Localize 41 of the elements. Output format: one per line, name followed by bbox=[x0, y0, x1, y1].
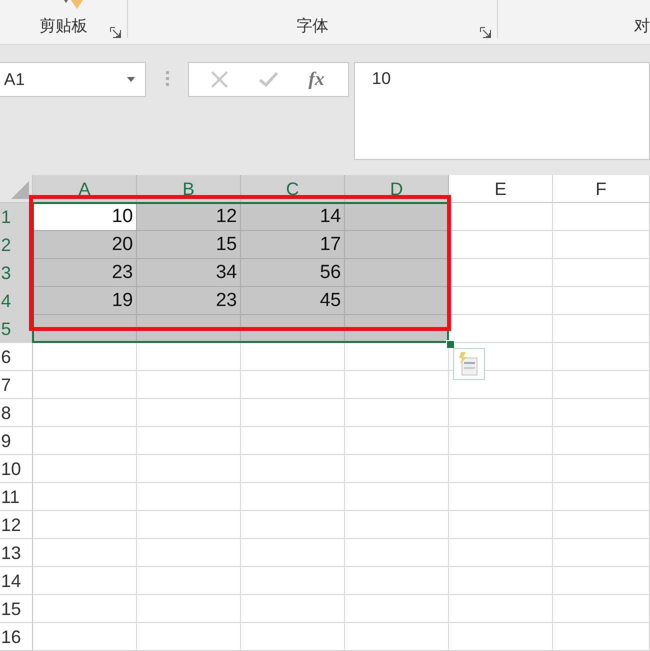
triangle-icon bbox=[11, 181, 29, 199]
table-cell: 12 bbox=[137, 203, 241, 231]
quick-analysis-icon[interactable] bbox=[453, 348, 485, 380]
grip-icon bbox=[166, 71, 170, 87]
row-header[interactable]: 15 bbox=[0, 595, 33, 623]
dropdown-caret-icon[interactable] bbox=[127, 77, 136, 82]
column-header[interactable]: F bbox=[553, 175, 650, 203]
table-cell: 23 bbox=[137, 287, 241, 315]
table-cell: 34 bbox=[137, 259, 241, 287]
ribbon-group-label: 对 bbox=[634, 18, 650, 36]
row-header[interactable]: 11 bbox=[0, 483, 33, 511]
name-box[interactable]: A1 bbox=[0, 62, 146, 97]
ribbon-group-label: 字体 bbox=[296, 18, 328, 36]
table-cell: 19 bbox=[33, 287, 137, 315]
ribbon-group-label: 剪贴板 bbox=[40, 18, 88, 36]
table-cell: 17 bbox=[241, 231, 345, 259]
row-header[interactable]: 16 bbox=[0, 623, 33, 651]
dialog-launcher-icon[interactable] bbox=[110, 27, 121, 38]
fill-handle[interactable] bbox=[446, 340, 455, 349]
insert-function-button[interactable]: fx bbox=[308, 68, 324, 90]
checkmark-icon[interactable] bbox=[258, 72, 278, 87]
table-cell: 15 bbox=[137, 231, 241, 259]
column-header[interactable]: E bbox=[449, 175, 553, 203]
table-cell: 56 bbox=[241, 259, 345, 287]
select-all-corner[interactable] bbox=[0, 175, 33, 203]
row-header[interactable]: 8 bbox=[0, 399, 33, 427]
row-header[interactable]: 7 bbox=[0, 371, 33, 399]
dialog-launcher-icon[interactable] bbox=[480, 27, 491, 38]
table-cell: 10 bbox=[33, 203, 137, 231]
table-cell: 23 bbox=[33, 259, 137, 287]
row-header[interactable]: 9 bbox=[0, 427, 33, 455]
row-header[interactable]: 12 bbox=[0, 511, 33, 539]
table-cell: 14 bbox=[241, 203, 345, 231]
row-header[interactable]: 5 bbox=[0, 315, 33, 343]
row-header[interactable]: 14 bbox=[0, 567, 33, 595]
table-cell: 45 bbox=[241, 287, 345, 315]
row-header[interactable]: 13 bbox=[0, 539, 33, 567]
table-cell: 20 bbox=[33, 231, 137, 259]
row-header[interactable]: 6 bbox=[0, 343, 33, 371]
formula-input[interactable]: 10 bbox=[354, 62, 650, 160]
row-header[interactable]: 10 bbox=[0, 455, 33, 483]
